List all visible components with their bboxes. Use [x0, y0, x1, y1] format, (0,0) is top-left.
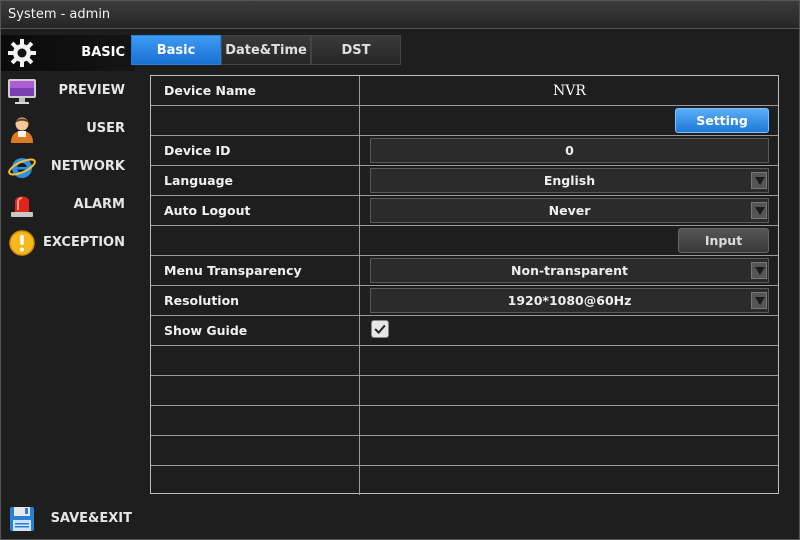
- checkmark-icon: [374, 324, 386, 334]
- settings-grid: Device Name NVR Setting Device ID 0 Lang…: [150, 75, 779, 496]
- sidebar-item-network[interactable]: NETWORK: [1, 149, 135, 185]
- user-icon: [11, 117, 33, 143]
- gear-icon: [8, 39, 36, 67]
- row-input: Input: [151, 226, 778, 256]
- table-row: [151, 376, 778, 406]
- row-device-name: Device Name NVR: [151, 76, 778, 106]
- table-row: [151, 346, 778, 376]
- table-row: [151, 466, 778, 496]
- table-row: [151, 406, 778, 436]
- exclamation-icon: [9, 230, 35, 256]
- chevron-down-icon[interactable]: [751, 262, 767, 279]
- row-device-id: Device ID 0: [151, 136, 778, 166]
- setting-button[interactable]: Setting: [675, 108, 769, 133]
- sidebar-item-alarm[interactable]: ALARM: [1, 187, 135, 223]
- save-exit-label: SAVE&EXIT: [50, 511, 132, 526]
- device-name-value: NVR: [553, 83, 586, 99]
- resolution-label: Resolution: [151, 286, 360, 315]
- sidebar-item-basic[interactable]: BASIC: [1, 35, 135, 71]
- language-value: English: [543, 173, 596, 188]
- auto-logout-dropdown[interactable]: Never: [370, 198, 769, 223]
- menu-transparency-label: Menu Transparency: [151, 256, 360, 285]
- sidebar-item-preview[interactable]: PREVIEW: [1, 73, 135, 109]
- internet-explorer-icon: [8, 158, 36, 178]
- floppy-disk-icon: [10, 507, 34, 531]
- sidebar-item-label: PREVIEW: [58, 83, 125, 98]
- sidebar-item-exception[interactable]: EXCEPTION: [1, 225, 135, 261]
- system-window: System - admin BASIC PREVIEW USER NETWOR…: [0, 0, 800, 540]
- show-guide-label: Show Guide: [151, 316, 360, 345]
- save-exit-button[interactable]: SAVE&EXIT: [1, 501, 135, 537]
- menu-transparency-dropdown[interactable]: Non-transparent: [370, 258, 769, 283]
- chevron-down-icon[interactable]: [751, 202, 767, 219]
- row-menu-transparency: Menu Transparency Non-transparent: [151, 256, 778, 286]
- row-resolution: Resolution 1920*1080@60Hz: [151, 286, 778, 316]
- auto-logout-label: Auto Logout: [151, 196, 360, 225]
- language-dropdown[interactable]: English: [370, 168, 769, 193]
- input-button[interactable]: Input: [678, 228, 769, 253]
- row-setting: Setting: [151, 106, 778, 136]
- chevron-down-icon[interactable]: [751, 172, 767, 189]
- menu-transparency-value: Non-transparent: [511, 263, 628, 278]
- device-id-label: Device ID: [151, 136, 360, 165]
- auto-logout-value: Never: [548, 203, 591, 218]
- device-id-field[interactable]: 0: [370, 138, 769, 163]
- row-show-guide: Show Guide: [151, 316, 778, 346]
- chevron-down-icon[interactable]: [751, 292, 767, 309]
- sidebar-item-label: ALARM: [73, 197, 125, 212]
- sidebar-item-label: USER: [86, 121, 125, 136]
- window-title: System - admin: [1, 1, 799, 29]
- tab-date-time[interactable]: Date&Time: [221, 35, 311, 65]
- sidebar-item-label: NETWORK: [50, 159, 125, 174]
- monitor-icon: [8, 79, 36, 104]
- language-label: Language: [151, 166, 360, 195]
- row-language: Language English: [151, 166, 778, 196]
- resolution-dropdown[interactable]: 1920*1080@60Hz: [370, 288, 769, 313]
- sidebar-item-label: EXCEPTION: [42, 235, 125, 250]
- sidebar-item-label: BASIC: [81, 45, 125, 60]
- sidebar-item-user[interactable]: USER: [1, 111, 135, 147]
- alarm-siren-icon: [11, 196, 33, 217]
- resolution-value: 1920*1080@60Hz: [507, 293, 632, 308]
- show-guide-checkbox[interactable]: [371, 320, 389, 338]
- device-name-label: Device Name: [151, 76, 360, 105]
- row-auto-logout: Auto Logout Never: [151, 196, 778, 226]
- tab-basic[interactable]: Basic: [131, 35, 221, 65]
- tab-dst[interactable]: DST: [311, 35, 401, 65]
- table-row: [151, 436, 778, 466]
